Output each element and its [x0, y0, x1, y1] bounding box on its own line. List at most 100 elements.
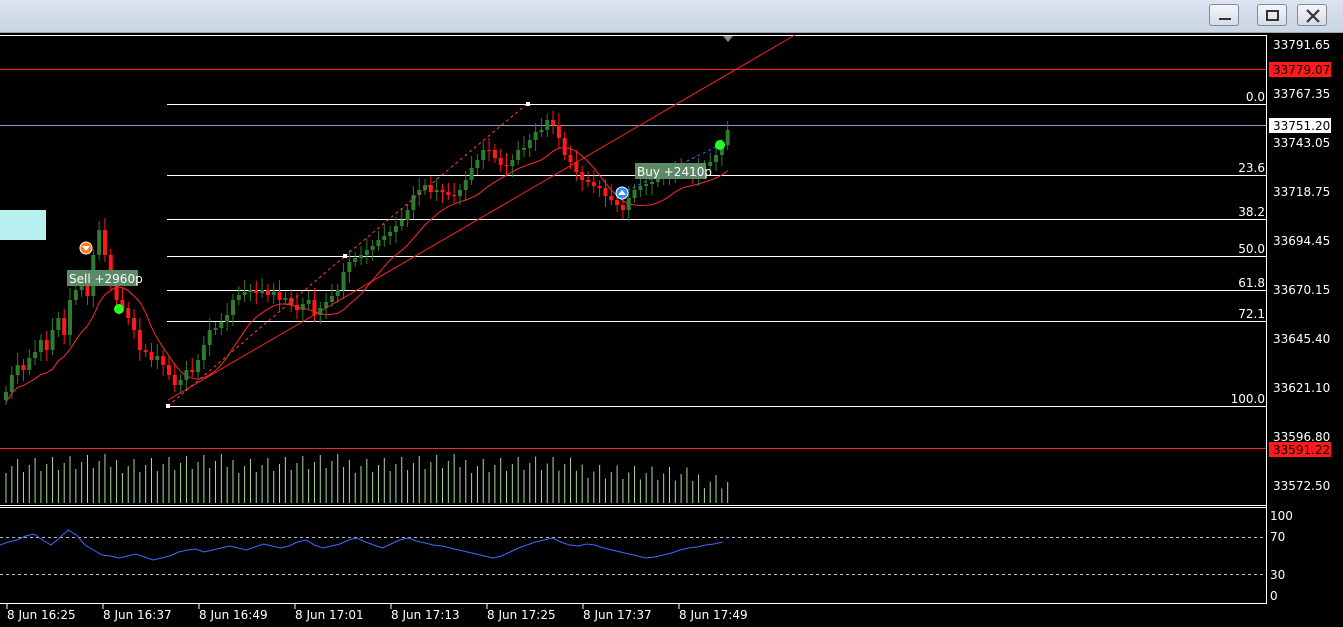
upper-line-price-tag: 33779.07: [1269, 62, 1331, 77]
time-label-7: 8 Jun 17:49: [679, 608, 748, 622]
rsi-label-100: 100: [1270, 509, 1293, 523]
candle-body: [277, 292, 282, 300]
buy-trade-label: Buy +2410p: [635, 163, 712, 179]
candle-body: [219, 322, 224, 328]
candle-body: [603, 188, 608, 196]
maximize-button[interactable]: [1257, 4, 1287, 26]
candle-body: [271, 292, 276, 295]
trendline[interactable]: [167, 34, 796, 401]
candle-body: [399, 220, 404, 226]
candle-body: [289, 298, 294, 305]
candle-body: [97, 230, 102, 255]
candle-body: [312, 300, 317, 315]
svg-text:33751.20: 33751.20: [1273, 119, 1330, 133]
buy-close-dot-icon[interactable]: [715, 140, 725, 150]
candle-body: [68, 300, 73, 335]
rsi-line: [0, 529, 723, 561]
chart-canvas[interactable]: 0.023.638.250.061.872.1100.0 Sell +2960p…: [0, 33, 1343, 627]
trade-history-line-1: [167, 255, 346, 407]
candle-body: [265, 290, 270, 295]
time-label-3: 8 Jun 17:01: [295, 608, 364, 622]
buy-arrow-icon[interactable]: [615, 186, 629, 200]
candle-body: [574, 162, 579, 172]
candle-body: [161, 356, 166, 365]
candle-body: [335, 290, 340, 296]
candle-body: [137, 330, 142, 350]
candle-body: [50, 330, 55, 350]
candle-body: [149, 352, 154, 360]
candle-body: [207, 330, 212, 345]
candle-body: [609, 196, 614, 200]
candle-body: [260, 290, 265, 293]
fib-anchor-high[interactable]: [526, 102, 530, 106]
rectangle-object[interactable]: [0, 210, 46, 240]
candle-body: [324, 302, 329, 308]
candle-body: [446, 192, 451, 195]
candle-body: [481, 150, 486, 160]
price-label-10: 33572.50: [1273, 479, 1330, 493]
fib-anchor-low[interactable]: [166, 404, 170, 408]
svg-text:Sell +2960p: Sell +2960p: [69, 272, 143, 286]
candle-body: [714, 155, 719, 162]
trade-anchor-mid[interactable]: [343, 254, 347, 258]
candle-body: [306, 300, 311, 304]
sell-arrow-icon[interactable]: [79, 241, 93, 255]
rsi-label-0: 0: [1270, 589, 1278, 603]
candle-body: [56, 318, 61, 330]
candle-body: [230, 300, 235, 315]
candle-body: [510, 160, 515, 166]
candle-body: [498, 158, 503, 165]
candle-body: [353, 258, 358, 262]
chart-area[interactable]: 0.023.638.250.061.872.1100.0 Sell: [0, 33, 1343, 627]
rsi-label-30: 30: [1270, 568, 1285, 582]
candle-body: [376, 240, 381, 246]
minimize-button[interactable]: [1209, 4, 1239, 26]
candle-body: [434, 190, 439, 192]
candle-body: [650, 182, 655, 184]
svg-text:33591.22: 33591.22: [1273, 443, 1330, 457]
candle-body: [469, 168, 474, 180]
price-label-9: 33596.80: [1273, 430, 1330, 444]
candle-body: [102, 230, 107, 255]
price-label-8: 33621.10: [1273, 381, 1330, 395]
close-icon: [1306, 9, 1320, 23]
chart-shift-marker[interactable]: [723, 36, 733, 42]
close-button[interactable]: [1297, 4, 1327, 26]
candle-body: [556, 125, 561, 138]
fib-label-0.0: 0.0: [1246, 90, 1265, 104]
candle-body: [236, 295, 241, 300]
price-label-6: 33670.15: [1273, 283, 1330, 297]
candle-body: [388, 232, 393, 236]
fibonacci-retracement[interactable]: 0.0 23.6 38.2 50.0 61.8 72.1 100.0: [167, 90, 1266, 407]
price-label-5: 33694.45: [1273, 234, 1330, 248]
candle-body: [725, 130, 730, 145]
candle-body: [545, 120, 550, 130]
candle-body: [527, 140, 532, 148]
fib-label-38.2: 38.2: [1238, 205, 1265, 219]
time-axis[interactable]: 8 Jun 16:25 8 Jun 16:37 8 Jun 16:49 8 Jun 1…: [6, 604, 748, 622]
candle-body: [568, 155, 573, 162]
candle-body: [248, 290, 253, 292]
candle-body: [347, 262, 352, 272]
candle-body: [9, 375, 14, 392]
rsi-label-70: 70: [1270, 530, 1285, 544]
candle-body: [166, 365, 171, 375]
price-label-3: 33743.05: [1273, 136, 1330, 150]
time-label-6: 8 Jun 17:37: [583, 608, 652, 622]
candle-body: [533, 132, 538, 140]
fib-label-50.0: 50.0: [1238, 242, 1265, 256]
candle-body: [440, 190, 445, 192]
candle-body: [405, 210, 410, 220]
candle-body: [370, 246, 375, 250]
candle-body: [615, 200, 620, 205]
time-label-4: 8 Jun 17:13: [391, 608, 460, 622]
candle-body: [21, 365, 26, 370]
sell-close-dot-icon[interactable]: [114, 304, 124, 314]
candle-body: [516, 150, 521, 160]
candle-body: [539, 130, 544, 132]
volume-bars: [5, 454, 729, 503]
candle-body: [452, 195, 457, 196]
candle-body: [638, 186, 643, 190]
price-axis[interactable]: 33791.65 33767.35 33743.05 33718.75 3369…: [1273, 38, 1330, 493]
candle-body: [504, 165, 509, 166]
